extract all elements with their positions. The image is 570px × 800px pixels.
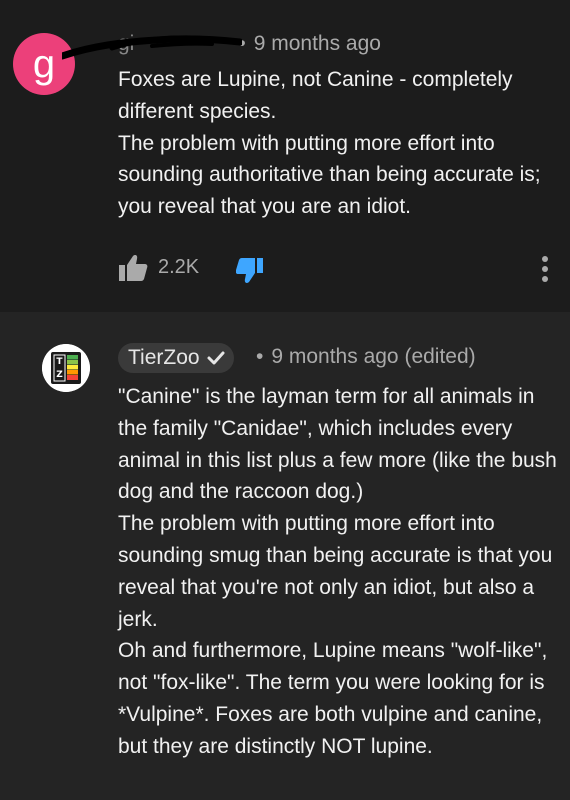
comment-card-1: g gi • 9 months ago Foxes are Lupine, no…: [0, 0, 570, 312]
channel-name: TierZoo: [128, 346, 200, 369]
comment-timestamp: 9 months ago (edited): [271, 345, 476, 368]
svg-text:T: T: [56, 357, 63, 367]
channel-avatar[interactable]: T Z: [42, 344, 90, 392]
redaction-scribble: [62, 35, 242, 60]
channel-name-badge[interactable]: TierZoo: [118, 343, 234, 373]
svg-text:Z: Z: [56, 370, 63, 380]
more-vert-icon[interactable]: [538, 254, 552, 284]
thumbs-up-icon[interactable]: [118, 254, 148, 282]
verified-check-icon: [207, 351, 225, 365]
comment-paragraph: The problem with putting more effort int…: [118, 512, 553, 631]
tierzoo-logo-icon: T Z: [42, 344, 90, 392]
thumbs-down-icon[interactable]: [236, 258, 264, 284]
like-count: 2.2K: [158, 256, 200, 278]
comment-paragraph: Foxes are Lupine, not Canine - completel…: [118, 68, 513, 123]
comment-text: "Canine" is the layman term for all anim…: [118, 381, 558, 763]
comment-timestamp: 9 months ago: [253, 32, 381, 55]
comment-actions: 2.2K: [118, 252, 558, 284]
comment-paragraph: "Canine" is the layman term for all anim…: [118, 385, 557, 504]
separator-dot: •: [256, 345, 264, 368]
comment-paragraph: Oh and furthermore, Lupine means "wolf-l…: [118, 639, 548, 758]
comment-paragraph: The problem with putting more effort int…: [118, 131, 541, 219]
comment-text: Foxes are Lupine, not Canine - completel…: [118, 64, 558, 223]
avatar-letter: g: [32, 42, 56, 86]
comment-meta: • 9 months ago (edited): [256, 345, 476, 369]
